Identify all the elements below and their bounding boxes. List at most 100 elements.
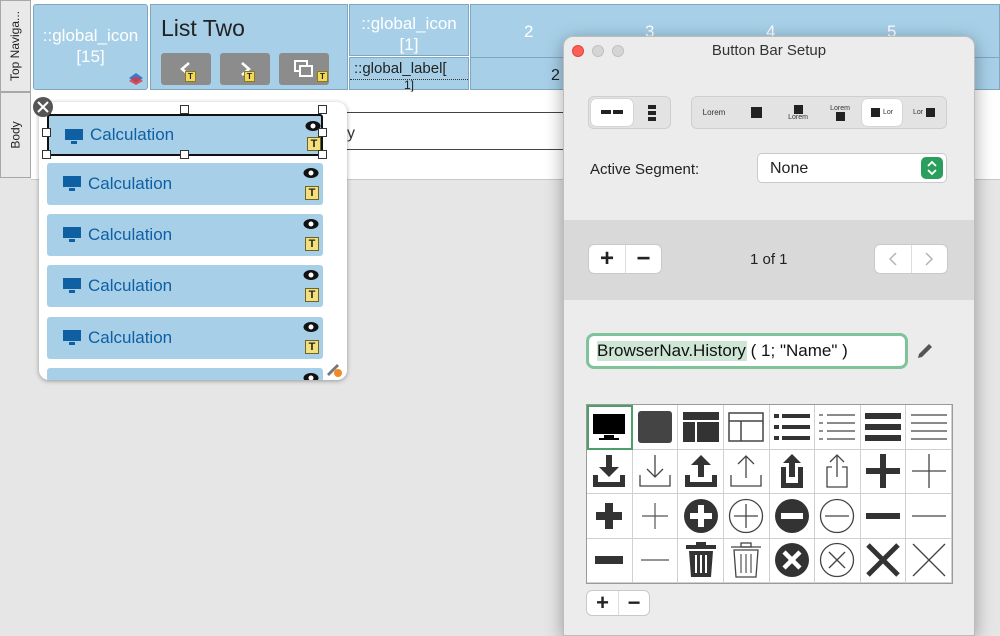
- selection-handle[interactable]: [42, 128, 51, 137]
- monitor-icon: [63, 176, 81, 191]
- chevron-up-down-icon: [927, 160, 937, 176]
- menu-outline-icon[interactable]: [906, 405, 952, 450]
- vertical-option[interactable]: [635, 99, 669, 126]
- part-label-body[interactable]: Body: [0, 92, 31, 178]
- minus-circle-icon[interactable]: [769, 494, 816, 539]
- share-icon[interactable]: [769, 449, 816, 494]
- pencil-icon[interactable]: [915, 341, 935, 361]
- global-icon-index: [15]: [76, 47, 105, 66]
- remove-icon-button[interactable]: −: [617, 591, 649, 615]
- selection-handle[interactable]: [180, 105, 189, 114]
- list-outline-icon[interactable]: [815, 405, 861, 450]
- minimize-window-button[interactable]: [592, 45, 604, 57]
- active-segment-label: Active Segment:: [590, 161, 700, 178]
- resize-gear-icon[interactable]: [325, 360, 343, 378]
- back-button[interactable]: T: [161, 53, 211, 85]
- style-text-above[interactable]: Lorem: [820, 99, 860, 126]
- eye-icon: [303, 168, 319, 178]
- minus-circle-outline-icon[interactable]: [815, 494, 861, 539]
- add-segment-button[interactable]: +: [589, 245, 625, 273]
- close-circle-outline-icon[interactable]: [815, 538, 861, 583]
- column-global-label[interactable]: ::global_label[ 1]: [349, 57, 469, 92]
- minus-icon[interactable]: [860, 494, 907, 539]
- download-icon[interactable]: [587, 449, 633, 494]
- part-label-top-navigation[interactable]: Top Naviga...: [0, 0, 31, 92]
- column-global-label-text: ::global_label[: [350, 58, 468, 80]
- trash-icon[interactable]: [678, 538, 724, 583]
- new-window-button[interactable]: T: [279, 53, 329, 85]
- layout-outline-icon[interactable]: [723, 405, 770, 450]
- plus-thin-icon[interactable]: [906, 449, 952, 494]
- column-global-icon-index: [1]: [399, 35, 419, 54]
- trash-outline-icon[interactable]: [723, 538, 770, 583]
- list-item-label: Calculation: [88, 276, 173, 295]
- dialog-title: Button Bar Setup: [711, 42, 827, 59]
- global-icon-field[interactable]: ::global_icon [15]: [33, 4, 148, 90]
- minus-thin-icon[interactable]: [906, 494, 952, 539]
- style-icon-only[interactable]: [736, 99, 776, 126]
- list-title: List Two: [161, 15, 245, 41]
- horizontal-layout-icon: [601, 109, 623, 114]
- forward-button[interactable]: T: [220, 53, 270, 85]
- close-popover-icon[interactable]: [32, 96, 54, 118]
- list-item[interactable]: Calculation T: [47, 265, 323, 307]
- add-icon-button[interactable]: +: [587, 591, 618, 615]
- calculation-field[interactable]: BrowserNav.History ( 1; "Name" ): [586, 333, 908, 369]
- style-icon-right[interactable]: Lor: [904, 99, 944, 126]
- text-badge: T: [305, 288, 319, 302]
- menu-icon[interactable]: [860, 405, 907, 450]
- style-icon-left[interactable]: Lor: [862, 99, 902, 126]
- upload-outline-icon[interactable]: [723, 449, 770, 494]
- close-thin-icon[interactable]: [906, 538, 952, 583]
- part-label-text: Top Naviga...: [8, 10, 23, 82]
- selection-handle[interactable]: [180, 150, 189, 159]
- orientation-segmented-control: [588, 96, 671, 129]
- horizontal-option[interactable]: [591, 99, 633, 126]
- style-text-only[interactable]: Lorem: [694, 99, 734, 126]
- plus-circle-icon[interactable]: [678, 494, 724, 539]
- selection-handle[interactable]: [318, 128, 327, 137]
- plus-bold-icon[interactable]: [587, 494, 633, 539]
- selection-handle[interactable]: [42, 150, 51, 159]
- layout-icon[interactable]: [678, 405, 724, 450]
- download-outline-icon[interactable]: [632, 449, 679, 494]
- prev-segment-button[interactable]: [875, 245, 911, 273]
- list-item[interactable]: Calculation T: [47, 163, 323, 205]
- text-badge: T: [307, 137, 321, 151]
- list-item-label: Calculation: [88, 225, 173, 244]
- minus-bold-icon[interactable]: [587, 538, 633, 583]
- zoom-window-button[interactable]: [612, 45, 624, 57]
- column-global-icon[interactable]: ::global_icon [1]: [349, 4, 469, 56]
- list-item[interactable]: [47, 368, 323, 380]
- selection-handle[interactable]: [318, 150, 327, 159]
- close-circle-icon[interactable]: [769, 538, 816, 583]
- upload-icon[interactable]: [678, 449, 724, 494]
- column-value: 2: [551, 67, 560, 84]
- text-badge: T: [305, 237, 319, 251]
- selection-handle[interactable]: [318, 105, 327, 114]
- close-window-button[interactable]: [572, 45, 584, 57]
- active-segment-select[interactable]: None: [757, 153, 947, 183]
- plus-icon[interactable]: [860, 449, 907, 494]
- eye-icon: [303, 322, 319, 332]
- remove-segment-button[interactable]: −: [624, 245, 661, 273]
- monitor-icon[interactable]: [587, 405, 633, 450]
- share-outline-icon[interactable]: [815, 449, 861, 494]
- next-segment-button[interactable]: [910, 245, 947, 273]
- segment-pager: [874, 244, 948, 274]
- list-item[interactable]: Calculation T: [47, 214, 323, 256]
- plus-light-icon[interactable]: [632, 494, 679, 539]
- select-stepper: [921, 157, 943, 179]
- eye-icon: [303, 219, 319, 229]
- column-global-label-index: 1]: [403, 78, 414, 92]
- square-icon[interactable]: [632, 405, 679, 450]
- minus-light-icon[interactable]: [632, 538, 679, 583]
- column-global-icon-label: ::global_icon: [361, 14, 457, 33]
- portal-popover: Calculation T Calculation T Calculation …: [39, 102, 347, 380]
- close-icon[interactable]: [860, 538, 907, 583]
- list-icon[interactable]: [769, 405, 816, 450]
- text-badge: T: [305, 340, 319, 354]
- list-item[interactable]: Calculation T: [47, 317, 323, 359]
- plus-circle-outline-icon[interactable]: [723, 494, 770, 539]
- style-icon-above[interactable]: Lorem: [778, 99, 818, 126]
